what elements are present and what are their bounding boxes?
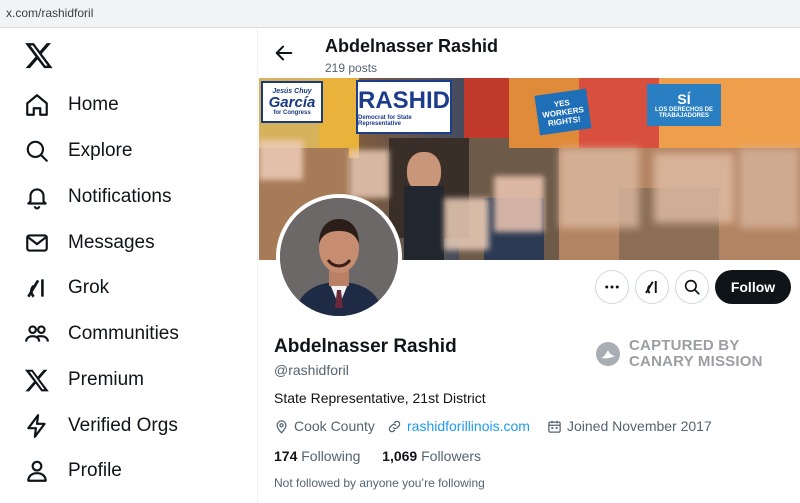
blurred-face bbox=[494, 176, 544, 232]
more-dots-icon bbox=[605, 285, 619, 289]
browser-url-bar[interactable]: x.com/rashidforil bbox=[0, 0, 800, 28]
canary-mission-watermark: CAPTURED BY CANARY MISSION bbox=[595, 338, 763, 370]
search-profile-button[interactable] bbox=[675, 270, 709, 304]
people-icon bbox=[25, 325, 49, 342]
sidebar-item-label: Verified Orgs bbox=[68, 415, 178, 436]
rashid-sign-sub: Democrat for State Representative bbox=[358, 115, 412, 127]
link-icon bbox=[388, 420, 401, 432]
sidebar-item-label: Messages bbox=[68, 232, 155, 253]
profile-name: Abdelnasser Rashid bbox=[274, 336, 457, 357]
rashid-sign: RASHID Democrat for State Representative bbox=[356, 80, 452, 134]
sidebar-item-label: Home bbox=[68, 94, 119, 115]
rashid-sign-main: RASHID bbox=[358, 87, 451, 114]
sidebar-item-messages[interactable]: Messages bbox=[24, 225, 155, 261]
website-link[interactable]: rashidforillinois.com bbox=[407, 418, 530, 434]
sidebar-item-label: Notifications bbox=[68, 186, 172, 207]
sidebar-item-premium[interactable]: Premium bbox=[24, 362, 144, 398]
watermark-line-1: CAPTURED BY bbox=[629, 337, 740, 354]
sidebar-item-home[interactable]: Home bbox=[24, 87, 119, 123]
sidebar-item-notifications[interactable]: Notifications bbox=[24, 179, 172, 215]
sidebar-item-label: Profile bbox=[68, 460, 122, 481]
more-options-button[interactable] bbox=[595, 270, 629, 304]
blurred-face bbox=[349, 150, 389, 198]
profile-bio: State Representative, 21st District bbox=[274, 390, 486, 406]
follow-stats: 174 Following 1,069 Followers bbox=[274, 448, 481, 464]
avatar[interactable] bbox=[276, 194, 402, 320]
search-icon bbox=[684, 279, 700, 295]
garcia-sign-sub: for Congress bbox=[273, 110, 311, 116]
envelope-icon bbox=[26, 234, 48, 252]
canary-logo-icon bbox=[596, 342, 620, 366]
joined-text: Joined November 2017 bbox=[567, 418, 712, 434]
person-icon bbox=[27, 460, 47, 482]
sidebar-item-label: Grok bbox=[68, 277, 110, 298]
calendar-icon bbox=[548, 420, 561, 433]
location-pin-icon bbox=[276, 419, 287, 434]
sidebar-item-label: Communities bbox=[68, 323, 179, 344]
grok-button[interactable] bbox=[635, 270, 669, 304]
derechos-sign-sub: LOS DERECHOS DE TRABAJADORES bbox=[654, 106, 713, 119]
sidebar-item-label: Premium bbox=[68, 369, 145, 390]
following-label: Following bbox=[301, 448, 361, 464]
x-logo-icon[interactable] bbox=[24, 40, 54, 70]
sidebar-item-explore[interactable]: Explore bbox=[24, 133, 132, 169]
back-arrow-icon[interactable] bbox=[273, 42, 295, 64]
sidebar-item-verified-orgs[interactable]: Verified Orgs bbox=[24, 408, 178, 444]
avatar-portrait bbox=[280, 198, 398, 316]
blurred-face bbox=[259, 140, 303, 180]
x-logo-icon bbox=[24, 369, 49, 392]
sidebar-item-label: Explore bbox=[68, 140, 133, 161]
lightning-icon bbox=[27, 414, 46, 438]
garcia-sign-main: García bbox=[268, 94, 316, 111]
followers-link[interactable]: 1,069 Followers bbox=[382, 448, 481, 464]
sidebar-item-grok[interactable]: Grok bbox=[24, 270, 109, 306]
derechos-sign-main: SÍ bbox=[677, 90, 691, 107]
sidebar-item-communities[interactable]: Communities bbox=[24, 316, 179, 352]
blurred-face bbox=[654, 153, 734, 223]
sidebar-item-profile[interactable]: Profile bbox=[24, 453, 122, 489]
following-count: 174 bbox=[274, 448, 298, 464]
home-icon bbox=[26, 94, 48, 116]
banner-jacket bbox=[404, 186, 444, 260]
search-icon bbox=[26, 140, 48, 162]
profile-joined: Joined November 2017 bbox=[547, 418, 712, 434]
workers-rights-sign: YES WORKERS RIGHTS! bbox=[534, 88, 592, 136]
blurred-face bbox=[559, 148, 639, 228]
bell-icon bbox=[27, 188, 47, 210]
sidebar: Home Explore Notifications Messages Grok… bbox=[0, 28, 258, 503]
blurred-face bbox=[444, 198, 489, 250]
grok-icon bbox=[27, 279, 44, 298]
profile-main: Abdelnasser Rashid 219 posts Jesús Chuy … bbox=[259, 28, 800, 503]
followers-label: Followers bbox=[421, 448, 482, 464]
follow-button[interactable]: Follow bbox=[715, 270, 791, 304]
profile-location: Cook County bbox=[274, 418, 375, 434]
profile-website[interactable]: rashidforillinois.com bbox=[387, 418, 530, 434]
workers-rights-sign-text: YES WORKERS RIGHTS! bbox=[541, 97, 585, 128]
profile-handle: @rashidforil bbox=[274, 362, 349, 378]
header-name: Abdelnasser Rashid bbox=[325, 36, 499, 56]
not-followed-note: Not followed by anyone you’re following bbox=[274, 476, 485, 490]
following-link[interactable]: 174 Following bbox=[274, 448, 360, 464]
grok-icon bbox=[645, 281, 657, 294]
followers-count: 1,069 bbox=[382, 448, 418, 464]
derechos-sign: SÍ LOS DERECHOS DE TRABAJADORES bbox=[647, 84, 721, 126]
header-post-count: 219 posts bbox=[325, 61, 378, 75]
watermark-line-2: CANARY MISSION bbox=[629, 353, 763, 370]
location-text: Cook County bbox=[294, 418, 375, 434]
blurred-face bbox=[739, 148, 799, 228]
url-text: x.com/rashidforil bbox=[6, 6, 94, 20]
garcia-sign: Jesús Chuy García for Congress bbox=[261, 81, 323, 123]
